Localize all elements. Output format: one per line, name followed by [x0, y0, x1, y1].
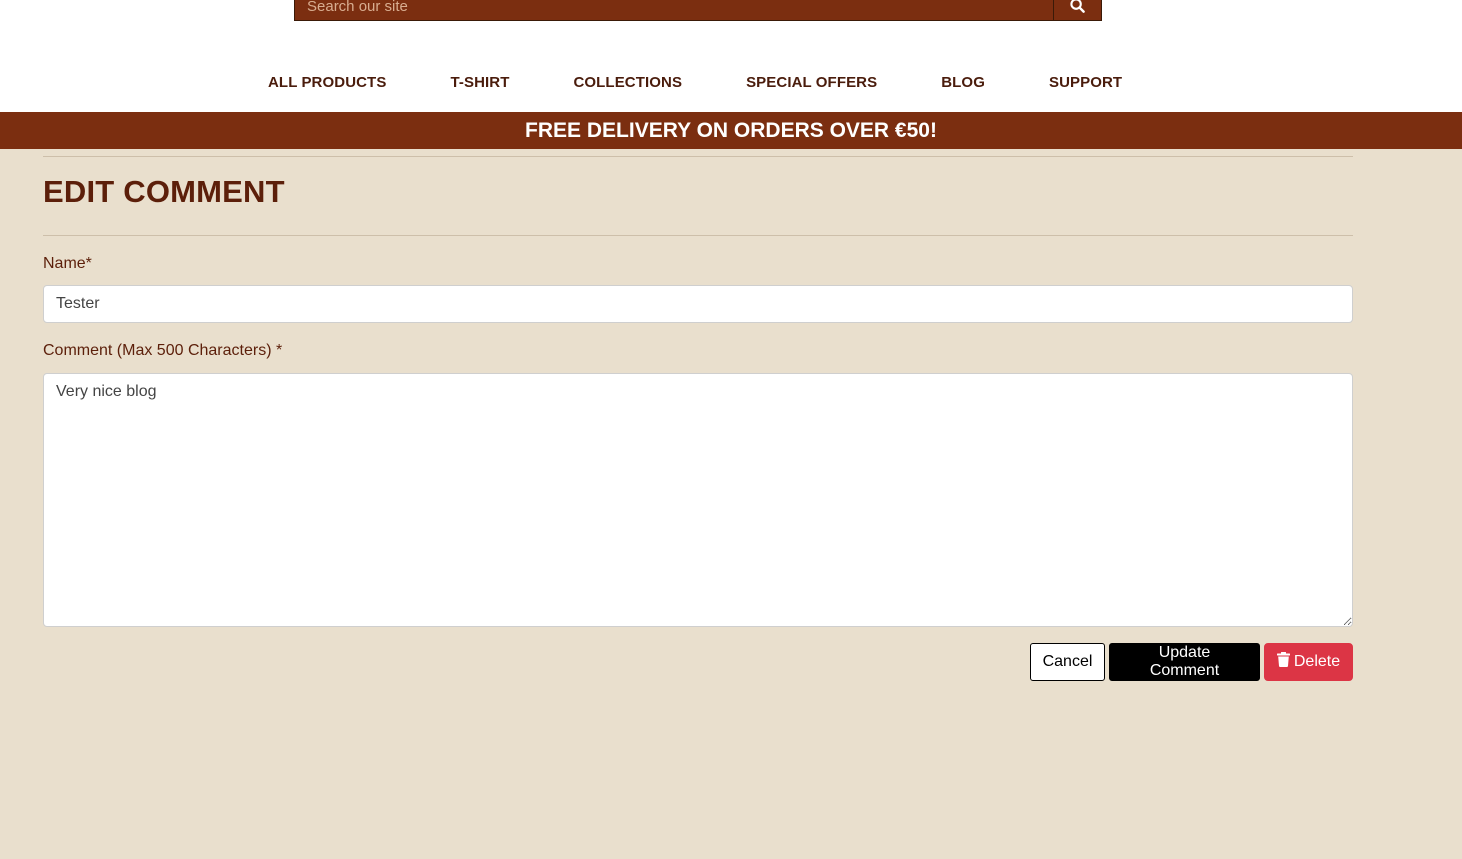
delete-button[interactable]: Delete: [1264, 643, 1353, 681]
nav-collections[interactable]: COLLECTIONS: [541, 72, 714, 94]
nav-all-products[interactable]: ALL PRODUCTS: [236, 72, 418, 94]
comment-textarea[interactable]: Very nice blog: [43, 373, 1353, 627]
form-actions: Cancel Update Comment Delete: [43, 643, 1353, 681]
divider: [43, 156, 1353, 157]
page-title: EDIT COMMENT: [43, 174, 285, 209]
cancel-button[interactable]: Cancel: [1030, 643, 1105, 681]
nav-blog[interactable]: BLOG: [909, 72, 1017, 94]
search-input[interactable]: [295, 0, 1053, 20]
search-bar: [294, 0, 1102, 21]
nav-t-shirt[interactable]: T-SHIRT: [418, 72, 541, 94]
search-icon: [1070, 0, 1085, 16]
nav-support[interactable]: SUPPORT: [1017, 72, 1154, 94]
main-nav: ALL PRODUCTS T-SHIRT COLLECTIONS SPECIAL…: [236, 72, 1154, 94]
name-label: Name*: [43, 255, 92, 272]
delete-label: Delete: [1293, 653, 1341, 670]
trash-icon: [1276, 652, 1290, 672]
edit-comment-form: EDIT COMMENT Name* Comment (Max 500 Char…: [43, 149, 1353, 681]
site-header: ALL PRODUCTS T-SHIRT COLLECTIONS SPECIAL…: [0, 0, 1462, 112]
update-comment-button[interactable]: Update Comment: [1109, 643, 1260, 681]
search-button[interactable]: [1053, 0, 1101, 20]
nav-special-offers[interactable]: SPECIAL OFFERS: [714, 72, 909, 94]
delivery-banner: FREE DELIVERY ON ORDERS OVER €50!: [0, 112, 1462, 149]
name-field[interactable]: [43, 285, 1353, 323]
comment-label: Comment (Max 500 Characters) *: [43, 342, 283, 359]
divider: [43, 235, 1353, 236]
